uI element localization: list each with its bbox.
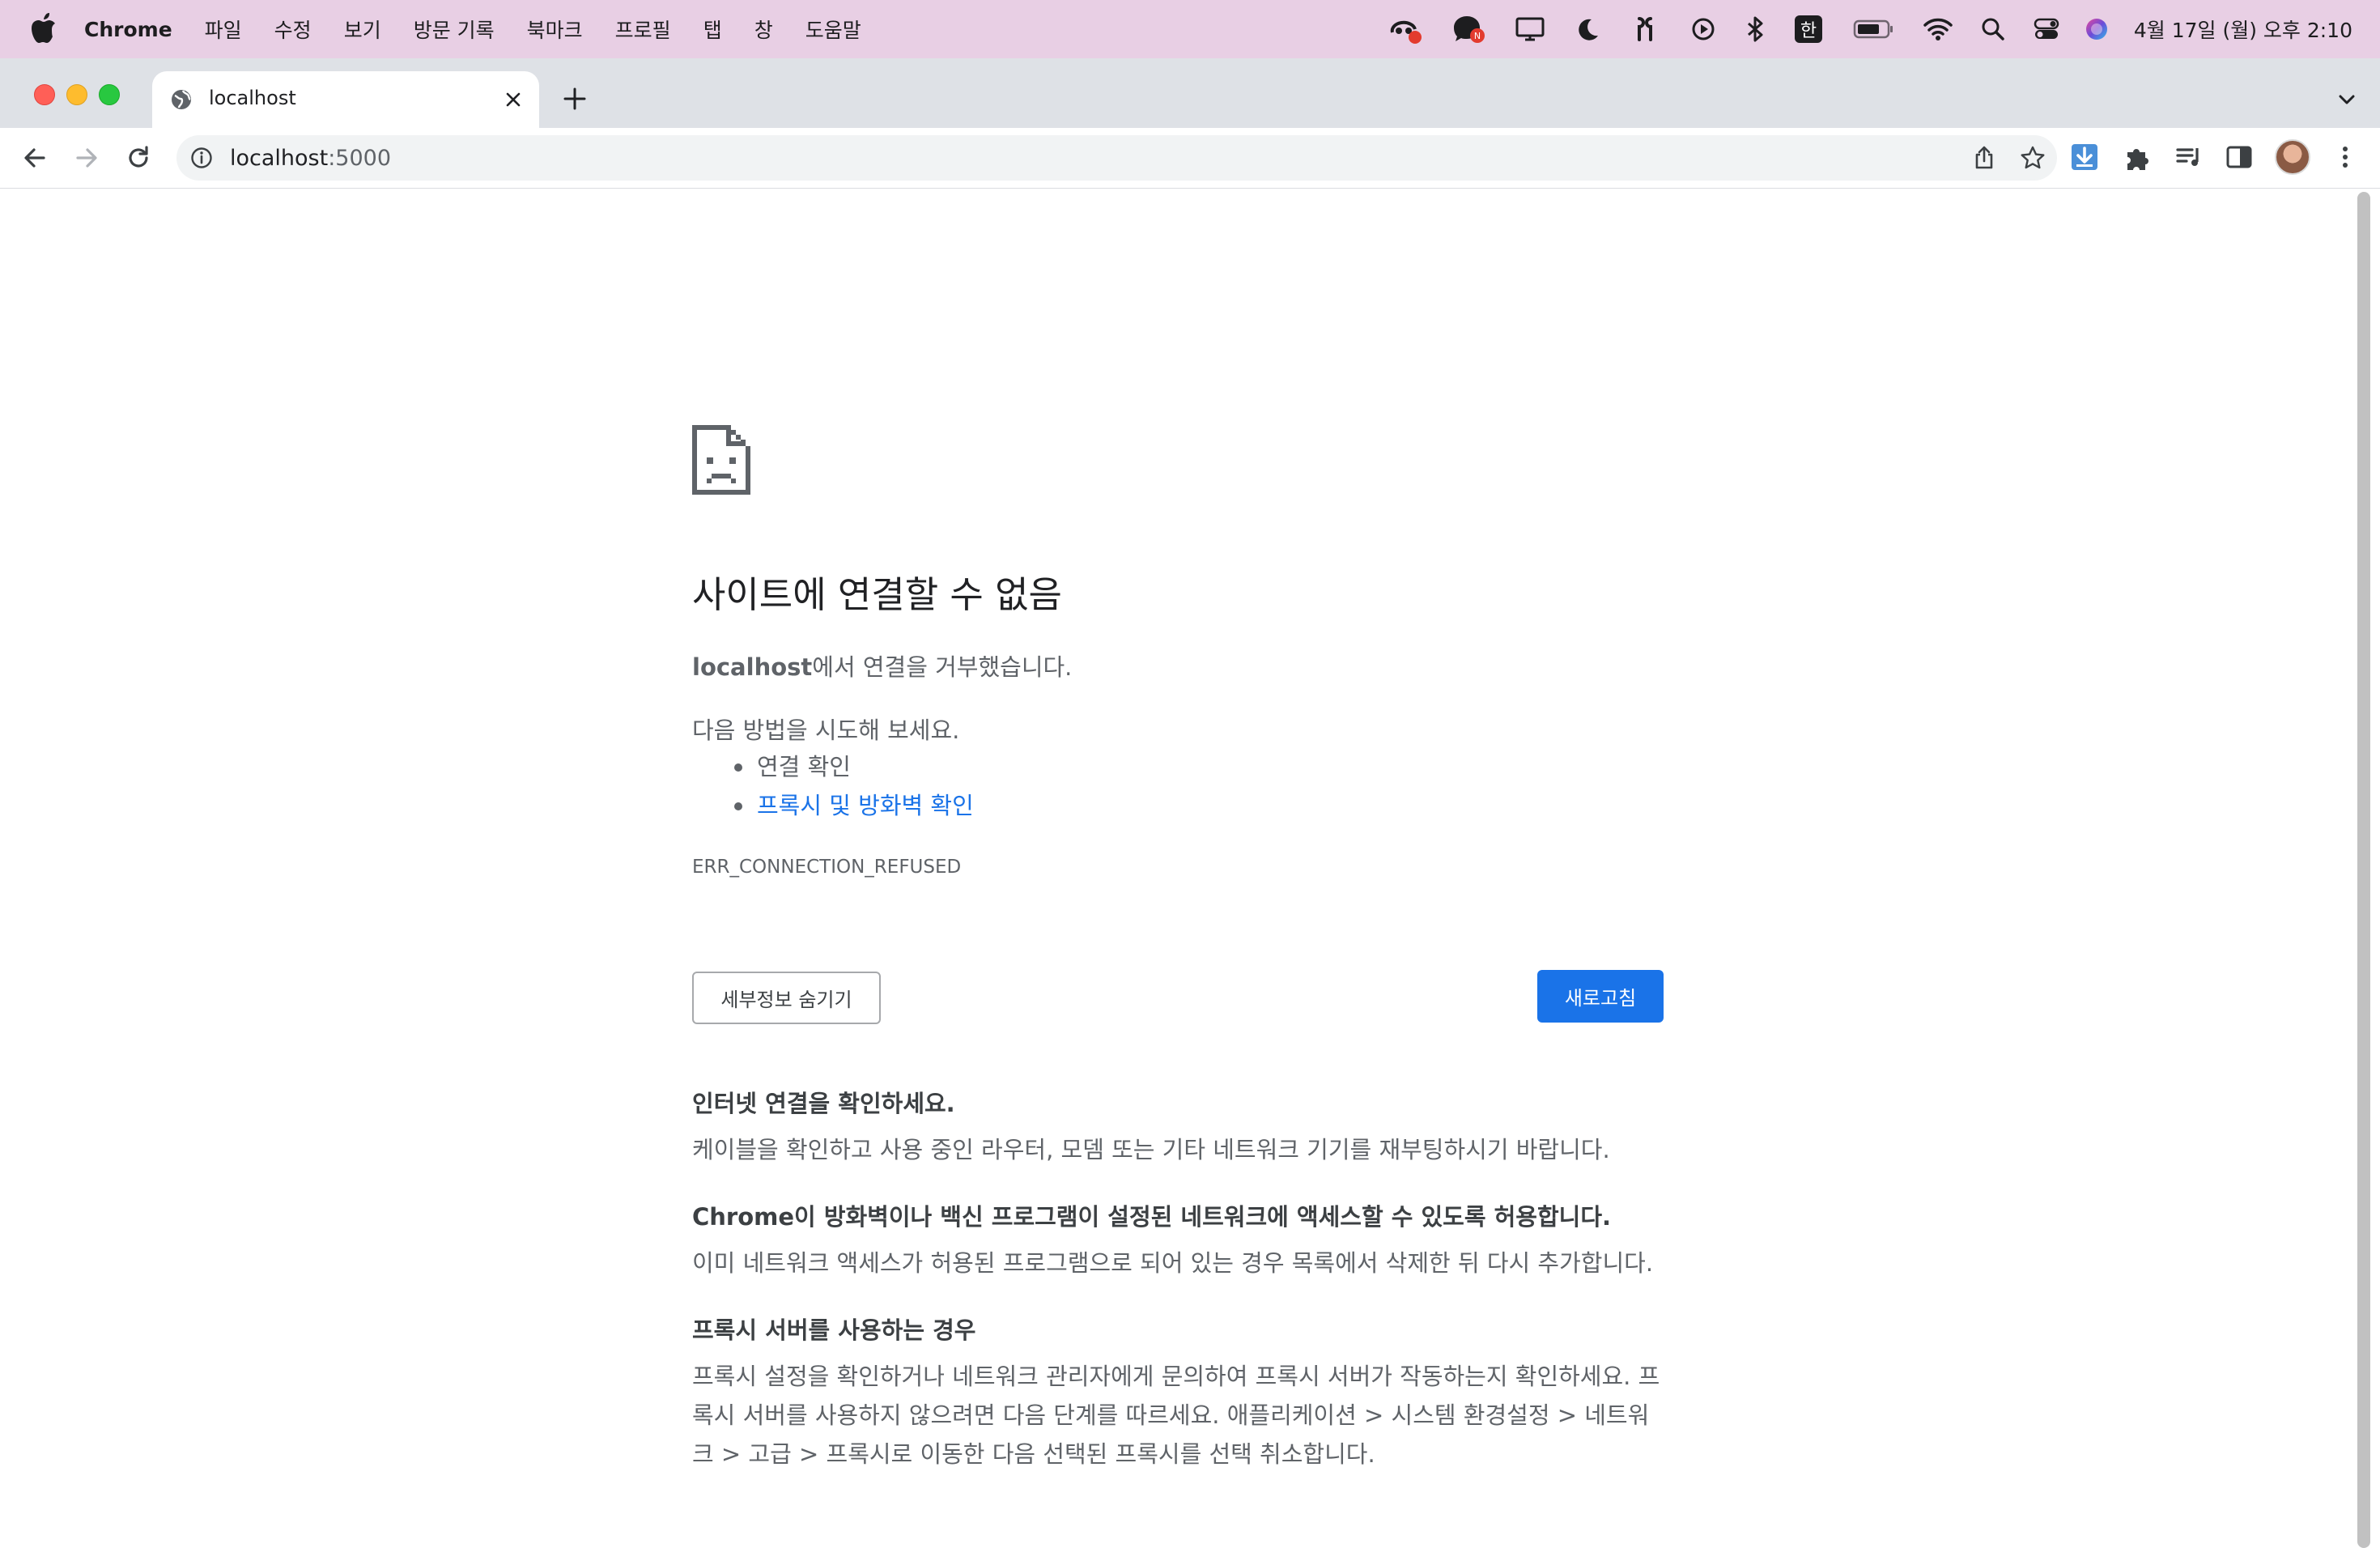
detail-allow-chrome-firewall: Chrome이 방화벽이나 백신 프로그램이 설정된 네트워크에 액세스할 수 …: [692, 1198, 1664, 1282]
bluetooth-icon[interactable]: [1740, 0, 1770, 58]
url-host: localhost: [230, 146, 329, 171]
menu-app-name[interactable]: Chrome: [84, 18, 172, 41]
control-center-icon[interactable]: [2030, 0, 2063, 58]
play-icon[interactable]: [1687, 0, 1719, 58]
vertical-scrollbar[interactable]: [2357, 192, 2370, 1548]
spotlight-icon[interactable]: [1977, 0, 2009, 58]
media-icon[interactable]: [2173, 141, 2205, 173]
battery-icon[interactable]: [1851, 0, 1898, 58]
macos-menu-bar: Chrome 파일 수정 보기 방문 기록 북마크 프로필 탭 창 도움말 N …: [0, 0, 2380, 58]
menu-history[interactable]: 방문 기록: [414, 15, 495, 44]
menu-edit[interactable]: 수정: [274, 15, 312, 44]
chat-icon[interactable]: N: [1449, 0, 1488, 58]
kebab-menu-icon[interactable]: [2329, 141, 2361, 173]
copilot-icon[interactable]: [1386, 0, 1425, 58]
plus-icon[interactable]: [560, 84, 589, 113]
back-arrow-icon[interactable]: [19, 142, 50, 173]
menu-profiles[interactable]: 프로필: [615, 15, 671, 44]
globe-icon: [172, 90, 191, 109]
tab-localhost[interactable]: localhost: [152, 71, 539, 128]
reload-button[interactable]: 새로고침: [1537, 970, 1664, 1023]
error-summary-text: 에서 연결을 거부했습니다.: [812, 653, 1073, 681]
menu-bookmarks[interactable]: 북마크: [527, 15, 583, 44]
window-close-button[interactable]: [34, 84, 55, 105]
detail-title: 프록시 서버를 사용하는 경우: [692, 1316, 976, 1344]
hide-details-button[interactable]: 세부정보 숨기기: [692, 972, 881, 1024]
menu-window[interactable]: 창: [754, 15, 773, 44]
chevron-down-icon[interactable]: [2335, 87, 2359, 112]
siri-icon[interactable]: [2080, 0, 2113, 58]
star-icon[interactable]: [2020, 145, 2046, 171]
detail-check-internet: 인터넷 연결을 확인하세요. 케이블을 확인하고 사용 중인 라우터, 모뎀 또…: [692, 1085, 1664, 1169]
side-panel-icon[interactable]: [2223, 141, 2255, 173]
download-icon[interactable]: [2068, 141, 2101, 173]
suggestions-intro: 다음 방법을 시도해 보세요.: [692, 717, 960, 744]
share-icon[interactable]: [1971, 145, 1997, 171]
close-icon[interactable]: [502, 88, 525, 111]
suggestion-check-connection: 연결 확인: [692, 747, 974, 786]
wifi-icon[interactable]: [1920, 0, 1956, 58]
window-minimize-button[interactable]: [66, 84, 87, 105]
url-text[interactable]: localhost:5000: [230, 146, 391, 171]
window-zoom-button[interactable]: [99, 84, 120, 105]
menu-tab[interactable]: 탭: [703, 15, 722, 44]
detail-proxy-server: 프록시 서버를 사용하는 경우 프록시 설정을 확인하거나 네트워크 관리자에게…: [692, 1312, 1664, 1474]
address-bar[interactable]: localhost:5000: [176, 135, 2057, 181]
input-method-label: 한: [1795, 15, 1822, 43]
airpods-icon[interactable]: [1629, 0, 1661, 58]
detail-body: 케이블을 확인하고 사용 중인 라우터, 모뎀 또는 기타 네트워크 기기를 재…: [692, 1136, 1610, 1163]
error-summary-host: localhost: [692, 653, 813, 681]
detail-title: 인터넷 연결을 확인하세요.: [692, 1090, 955, 1117]
error-code: ERR_CONNECTION_REFUSED: [692, 857, 962, 878]
apple-icon[interactable]: [31, 13, 57, 44]
detail-title: Chrome이 방화벽이나 백신 프로그램이 설정된 네트워크에 액세스할 수 …: [692, 1203, 1612, 1231]
suggestion-check-proxy-firewall-link[interactable]: 프록시 및 방화벽 확인: [692, 786, 974, 825]
error-summary: localhost에서 연결을 거부했습니다.: [692, 649, 1072, 683]
reload-icon[interactable]: [123, 142, 154, 173]
suggestions-list: 연결 확인 프록시 및 방화벽 확인: [692, 747, 974, 825]
error-headline: 사이트에 연결할 수 없음: [692, 573, 1062, 616]
input-method-indicator[interactable]: 한: [1794, 0, 1823, 58]
menu-help[interactable]: 도움말: [805, 15, 861, 44]
forward-arrow-icon[interactable]: [71, 142, 102, 173]
info-icon[interactable]: [189, 146, 214, 170]
display-icon[interactable]: [1512, 0, 1548, 58]
url-port: :5000: [328, 146, 392, 171]
tab-title: localhost: [209, 87, 296, 109]
detail-body: 이미 네트워크 액세스가 허용된 프로그램으로 되어 있는 경우 목록에서 삭제…: [692, 1249, 1654, 1277]
profile-avatar[interactable]: [2275, 139, 2310, 175]
menu-view[interactable]: 보기: [344, 15, 381, 44]
menu-clock[interactable]: 4월 17일 (월) 오후 2:10: [2134, 0, 2352, 58]
sad-document-icon: [692, 425, 750, 495]
puzzle-icon[interactable]: [2121, 141, 2153, 173]
moon-icon[interactable]: [1571, 0, 1604, 58]
menu-file[interactable]: 파일: [205, 15, 242, 44]
svg-text:N: N: [1474, 31, 1481, 41]
detail-body: 프록시 설정을 확인하거나 네트워크 관리자에게 문의하여 프록시 서버가 작동…: [692, 1363, 1660, 1468]
